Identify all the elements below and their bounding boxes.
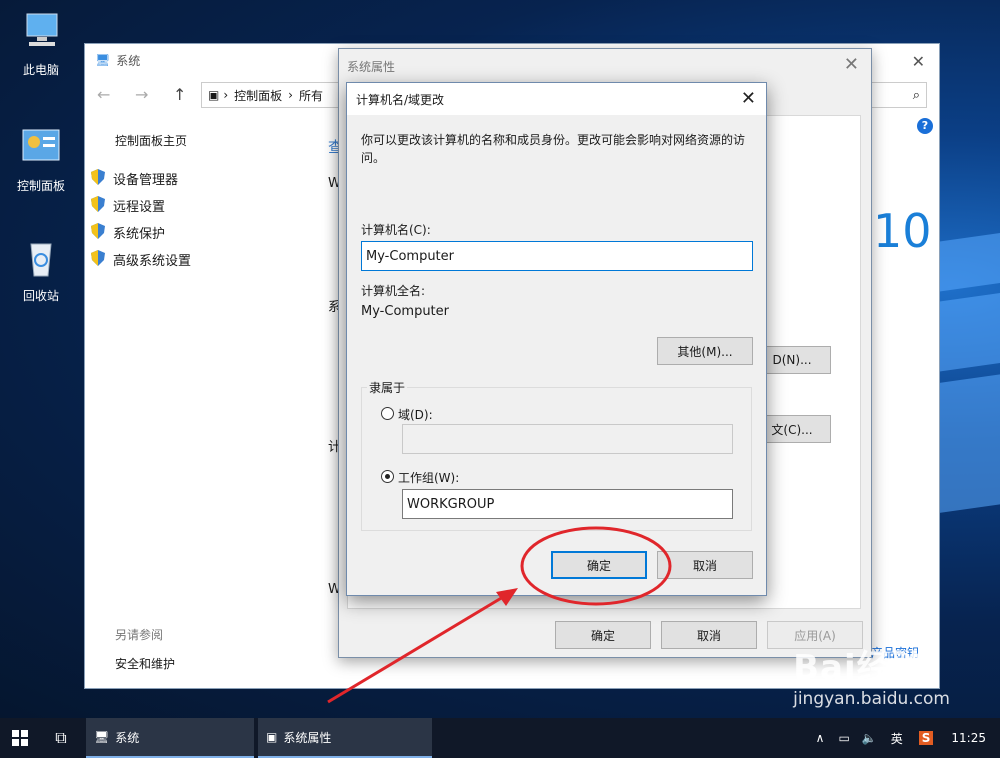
arrow-head-icon xyxy=(496,588,518,606)
system-tray: ∧ ▭ 🔈 英 S 11:25 xyxy=(808,718,1000,758)
volume-icon[interactable]: 🔈 xyxy=(862,731,877,745)
taskbar-item-label: 系统 xyxy=(115,730,140,745)
desktop: 此电脑 控制面板 回收站 🖥 系统 ✕ ← → ↑ ▣ › 控制面板 › 所有 … xyxy=(0,0,1000,718)
annotation-overlay xyxy=(327,526,672,704)
taskbar-item-sys-props[interactable]: ▣ 系统属性 xyxy=(258,718,432,758)
task-view-button[interactable]: ⧉ xyxy=(46,718,76,758)
annotation-arrow-line xyxy=(327,592,509,704)
watermark-brand: Bai经验 xyxy=(793,648,927,688)
taskbar-item-system[interactable]: 🖥 系统 xyxy=(86,718,254,758)
taskbar: ⧉ 🖥 系统 ▣ 系统属性 ∧ ▭ 🔈 英 S 11:25 xyxy=(0,718,1000,758)
properties-icon: ▣ xyxy=(266,730,278,744)
start-button[interactable] xyxy=(0,718,40,758)
watermark: Bai经验 jingyan.baidu.com xyxy=(793,640,950,709)
highlight-ellipse xyxy=(520,526,672,606)
chevron-up-icon[interactable]: ∧ xyxy=(816,731,825,745)
ime-indicator[interactable]: 英 xyxy=(891,730,903,747)
system-icon: 🖥 xyxy=(94,730,110,744)
taskbar-item-label: 系统属性 xyxy=(283,730,332,745)
sogou-icon[interactable]: S xyxy=(918,731,934,745)
windows-logo-icon xyxy=(12,730,28,746)
clock[interactable]: 11:25 xyxy=(951,731,986,745)
watermark-url: jingyan.baidu.com xyxy=(793,689,950,709)
task-view-icon: ⧉ xyxy=(55,728,67,747)
network-icon[interactable]: ▭ xyxy=(838,731,849,745)
